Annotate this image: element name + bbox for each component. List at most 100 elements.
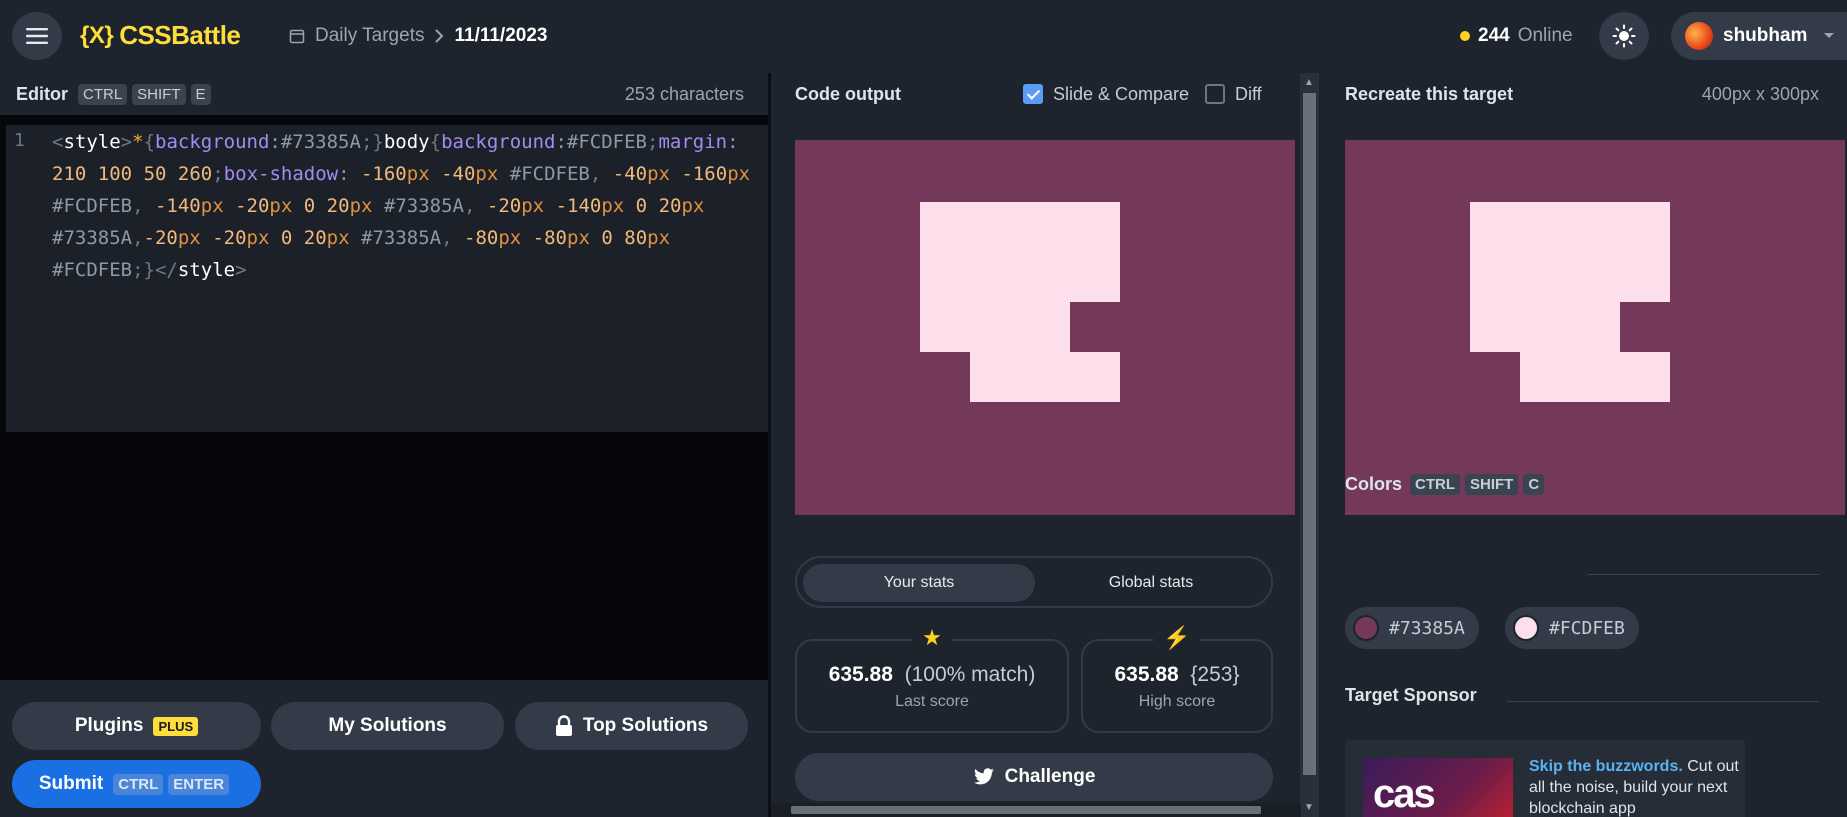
logo-mark: {X} [80,21,114,49]
lightning-icon: ⚡ [1153,625,1201,651]
kbd-enter: ENTER [168,774,230,795]
chevron-down-icon [1824,33,1835,38]
tab-your-stats[interactable]: Your stats [803,564,1035,602]
tab-global-stats[interactable]: Global stats [1035,564,1267,602]
slide-compare-label: Slide & Compare [1053,83,1190,104]
breadcrumb: Daily Targets 11/11/2023 [289,25,547,47]
username: shubham [1723,25,1808,46]
breadcrumb-date: 11/11/2023 [454,25,548,46]
kbd-ctrl: CTRL [78,83,128,105]
editor-header: Editor CTRL SHIFT E 253 characters [0,73,768,115]
submit-label: Submit [38,773,104,794]
cssbattle-logo[interactable]: {X} CSSBattle [80,20,241,51]
twitter-icon [973,768,994,785]
code-text[interactable]: <style>*{background:#73385A;}body{backgr… [52,126,764,286]
high-score-label: High score [1138,693,1216,710]
checkbox-icon[interactable] [1205,84,1225,104]
stats-tabs: Your stats Global stats [795,556,1273,608]
online-count: 244 [1478,25,1510,46]
last-score-value: 635.88 (100% match) [828,663,1036,686]
my-solutions-label: My Solutions [328,715,447,736]
output-title: Code output [795,83,901,104]
kbd-c: C [1523,474,1545,495]
output-panel: Code output Slide & Compare Diff Your st… [771,73,1301,817]
editor-title: Editor [16,83,68,104]
color-dot [1513,615,1539,641]
online-indicator: 244 Online [1460,25,1573,47]
sponsor-text: Skip the buzzwords. Cut out all the nois… [1529,756,1739,817]
colors-heading: Colors CTRL SHIFT C [1345,473,1549,495]
last-score-card: ★ 635.88 (100% match) Last score [795,625,1069,733]
scroll-up-icon[interactable]: ▲ [1304,77,1314,88]
plugins-label: Plugins [74,715,144,736]
high-score-card: ⚡ 635.88 {253} High score [1081,625,1273,733]
sponsor-title: Target Sponsor [1345,685,1477,705]
challenge-label: Challenge [1004,766,1096,787]
top-bar: {X} CSSBattle Daily Targets 11/11/2023 2… [0,0,1847,73]
sun-icon [1612,24,1636,48]
plus-badge: PLUS [153,716,199,736]
target-image[interactable] [1345,140,1845,515]
user-menu[interactable]: shubham [1671,12,1847,60]
divider [1507,701,1819,702]
sponsor-headline[interactable]: Skip the buzzwords. [1529,758,1683,775]
sponsor-heading: Target Sponsor [1345,685,1477,706]
avatar [1685,22,1713,50]
shape-block [1620,302,1670,352]
challenge-button[interactable]: Challenge [795,753,1273,801]
chevron-right-icon [435,29,444,43]
target-panel: Recreate this target 400px x 300px Color… [1319,73,1847,817]
divider [1587,574,1819,575]
calendar-icon [289,29,305,44]
editor-footer: Plugins PLUS My Solutions Top Solutions … [0,680,768,817]
top-solutions-button[interactable]: Top Solutions [515,702,748,750]
last-score-label: Last score [895,693,969,710]
colors-title: Colors [1345,473,1403,494]
output-header: Code output Slide & Compare Diff [795,73,1275,115]
target-header: Recreate this target 400px x 300px [1345,73,1845,115]
kbd-ctrl: CTRL [113,774,164,795]
kbd-shift: SHIFT [1465,474,1519,495]
sponsor-logo: cas [1363,758,1513,817]
target-size: 400px x 300px [1701,83,1819,104]
shape-block [1070,302,1120,352]
top-solutions-label: Top Solutions [582,715,709,736]
online-label: Online [1517,25,1573,46]
scrollbar-thumb[interactable] [1303,93,1316,775]
kbd-shift: SHIFT [132,83,186,105]
diff-label: Diff [1235,83,1262,104]
online-dot-icon [1460,31,1470,41]
vertical-scrollbar[interactable]: ▲ ▼ [1300,73,1319,817]
shape-block [920,352,970,402]
horizontal-scrollbar[interactable] [771,803,1301,817]
color-hex: #FCDFEB [1549,617,1625,639]
high-score-value: 635.88 {253} [1114,663,1240,686]
submit-button[interactable]: Submit CTRL ENTER [12,760,261,808]
color-swatch[interactable]: #FCDFEB [1505,607,1639,649]
kbd-ctrl: CTRL [1410,474,1461,495]
color-hex: #73385A [1389,617,1465,639]
kbd-e: E [190,83,211,105]
sponsor-card[interactable]: cas Skip the buzzwords. Cut out all the … [1345,740,1745,817]
plugins-button[interactable]: Plugins PLUS [12,702,261,750]
scrollbar-thumb[interactable] [791,806,1261,814]
checkbox-checked-icon[interactable] [1023,84,1043,104]
hamburger-icon [26,28,48,44]
menu-button[interactable] [12,12,62,60]
slide-compare-toggle[interactable]: Slide & Compare [1023,84,1189,105]
breadcrumb-daily-targets[interactable]: Daily Targets [315,25,424,47]
shape-block [1470,352,1520,402]
my-solutions-button[interactable]: My Solutions [271,702,504,750]
star-icon: ★ [912,625,952,651]
line-number: 1 [14,130,25,151]
theme-toggle-button[interactable] [1599,12,1649,60]
lock-icon [555,715,572,736]
diff-toggle[interactable]: Diff [1205,84,1262,105]
target-title: Recreate this target [1345,83,1514,104]
character-count: 253 characters [624,83,744,104]
color-dot [1353,615,1379,641]
color-swatch[interactable]: #73385A [1345,607,1479,649]
output-canvas[interactable] [795,140,1295,515]
logo-text: CSSBattle [119,20,241,50]
scroll-down-icon[interactable]: ▼ [1304,802,1314,813]
